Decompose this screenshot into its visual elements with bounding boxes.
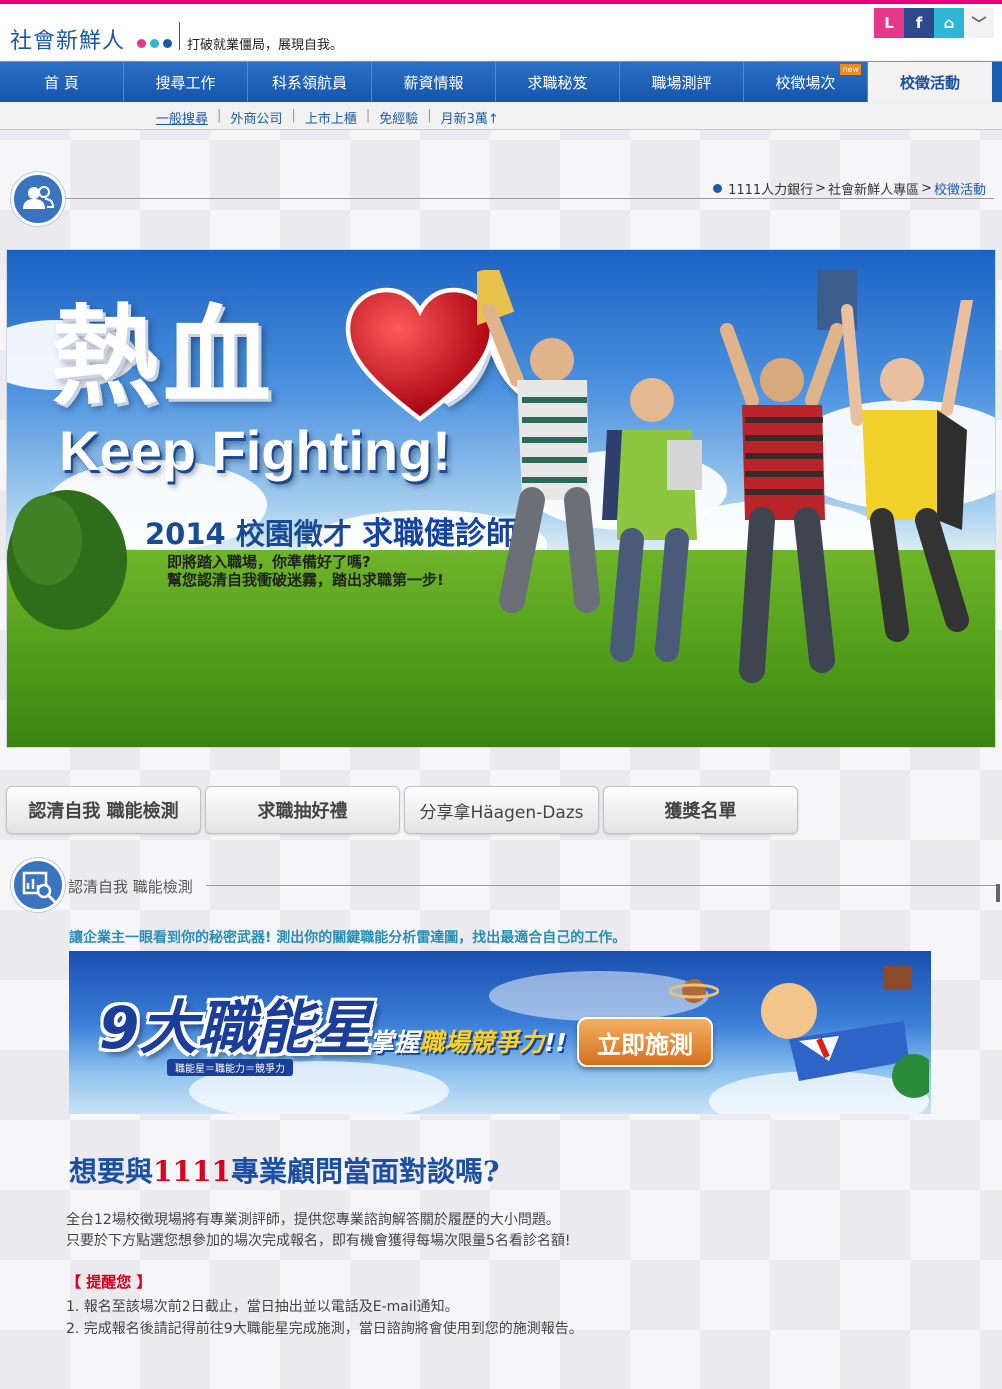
sub-nav: 一般搜尋 | 外商公司 | 上市上櫃 | 免經驗 | 月新3萬↑ [0,102,1002,130]
consultation-title: 想要與1111專業顧問當面對談嗎? [69,1150,499,1190]
promo-slogan: 掌握職場競爭力!! [369,1023,567,1059]
nav-campus-events[interactable]: 校徵活動 [868,62,992,102]
breadcrumb-freshman[interactable]: 社會新鮮人專區 [828,179,919,198]
section-title: 認清自我 職能檢測 [68,878,193,896]
promo-subtitle: 職能星＝職能力＝競爭力 [167,1059,293,1076]
breadcrumb-separator: > [815,181,827,196]
subnav-listed-companies[interactable]: 上市上櫃 [296,108,366,127]
promo-slogan-pre: 掌握 [369,1028,420,1057]
sub-nav-list: 一般搜尋 | 外商公司 | 上市上櫃 | 免經驗 | 月新3萬↑ [156,108,508,127]
consult-title-post: 專業顧問當面對談嗎? [230,1155,500,1188]
top-header: 社會新鮮人 打破就業僵局，展現自我。 L f ⌂ ﹀ [0,0,1002,60]
tree [7,490,127,630]
tab-share-haagen-dazs[interactable]: 分享拿Häagen-Dazs [404,786,599,834]
reminder-item-2: 2. 完成報名後請記得前往9大職能星完成施測，當日諮詢將會使用到您的施測報告。 [66,1321,583,1337]
hero-sub-mid: 校園徵才 [235,517,352,551]
promo-slogan-highlight: 職場競爭力 [419,1028,545,1057]
scroll-marker [996,884,1000,902]
nine-competency-stars-banner[interactable]: 9大職能星 職能星＝職能力＝競爭力 掌握職場競爭力!! 立即施測 [69,951,931,1114]
hero-description: 即將踏入職場，你準備好了嗎? 幫您認清自我衝破迷霧，踏出求職第一步! [167,553,444,589]
jumping-student-1 [477,270,600,613]
hero-year: 2014 [145,517,226,551]
section-description: 讓企業主一眼看到你的秘密武器! 測出你的關鍵職能分析雷達圖，找出最適合自己的工作… [69,930,627,946]
users-icon [11,172,65,226]
logo-dots [137,39,172,48]
consult-paragraph-1: 全台12場校徵現場將有專業測評師，提供您專業諮詢解答關於履歷的大小問題。 [66,1212,560,1228]
breadcrumb-separator: > [921,181,932,196]
flying-businessman-mascot [761,966,929,1098]
facebook-button[interactable]: f [904,8,934,38]
jumping-student-2 [602,378,702,662]
social-buttons: L f ⌂ ﹀ [874,8,994,38]
breadcrumb-home[interactable]: 1111人力銀行 [728,179,813,198]
nav-job-search[interactable]: 搜尋工作 [124,62,248,102]
consult-paragraph-2: 只要於下方點選您想參加的場次完成報名，即有機會獲得每場次限量5名看診名額! [66,1233,571,1249]
logo-dot-cyan [150,39,159,48]
bullet-icon [713,184,723,193]
nav-salary-info[interactable]: 薪資情報 [372,62,496,102]
hero-desc-line2: 幫您認清自我衝破迷霧，踏出求職第一步! [167,571,444,589]
tab-lucky-draw[interactable]: 求職抽好禮 [205,786,400,834]
nav-campus-sessions-label: 校徵場次 [775,73,836,92]
divider [206,885,996,886]
breadcrumb: 1111人力銀行 > 社會新鮮人專區 > 校徵活動 [713,179,986,198]
promo-slogan-post: !! [544,1028,567,1057]
planet-icon [669,979,719,1003]
nav-job-tips[interactable]: 求職秘笈 [496,62,620,102]
line-share-button[interactable]: L [874,8,904,38]
hero-subtitle: 2014 校園徵才 求職健診師 [145,508,517,553]
nav-career-assessment[interactable]: 職場測評 [620,62,744,102]
analysis-chart-icon [11,858,65,912]
hero-keep-fighting: Keep Fighting! [59,419,451,482]
nav-home[interactable]: 首 頁 [0,62,124,102]
site-slogan: 打破就業僵局，展現自我。 [187,38,344,53]
subnav-salary-30k[interactable]: 月新3萬↑ [432,108,508,127]
tab-self-assessment[interactable]: 認清自我 職能檢測 [6,786,201,834]
subnav-foreign-companies[interactable]: 外商公司 [221,108,291,127]
hero-title-part1: 熱血 [51,294,276,420]
tab-winners-list[interactable]: 獲獎名單 [603,786,798,834]
reminder-title: 【 提醒您 】 [66,1273,152,1291]
logo-dot-blue [163,39,172,48]
jumping-student-4 [841,300,973,642]
nav-campus-sessions[interactable]: 校徵場次 new [744,62,868,102]
promo-title: 9大職能星 [99,994,372,1062]
consult-title-1111: 1111 [153,1155,231,1188]
subnav-no-experience[interactable]: 免經驗 [370,108,427,127]
reminder-item-1: 1. 報名至該場次前2日截止，當日抽出並以電話及E-mail通知。 [66,1299,459,1315]
divider [66,198,994,199]
home-icon[interactable]: ⌂ [934,8,964,38]
logo-divider [179,22,180,50]
hero-banner: 熱血人 Keep Fighting! 2014 校園徵才 求職健診師 即將踏入職… [6,249,996,748]
subnav-general-search[interactable]: 一般搜尋 [156,108,217,127]
chevron-down-icon[interactable]: ﹀ [964,8,994,38]
site-logo[interactable]: 社會新鮮人 [10,23,125,55]
start-test-button[interactable]: 立即施測 [577,1017,713,1067]
tab-bar: 認清自我 職能檢測 求職抽好禮 分享拿Häagen-Dazs 獲獎名單 [6,786,798,834]
heart-icon [345,287,495,422]
hero-desc-line1: 即將踏入職場，你準備好了嗎? [167,553,371,571]
consult-title-pre: 想要與 [69,1155,154,1188]
new-badge: new [840,64,861,75]
logo-dot-pink [137,39,146,48]
breadcrumb-current[interactable]: 校徵活動 [934,179,986,198]
main-nav: 首 頁 搜尋工作 科系領航員 薪資情報 求職秘笈 職場測評 校徵場次 new 校… [0,61,1002,102]
nav-major-navigator[interactable]: 科系領航員 [248,62,372,102]
